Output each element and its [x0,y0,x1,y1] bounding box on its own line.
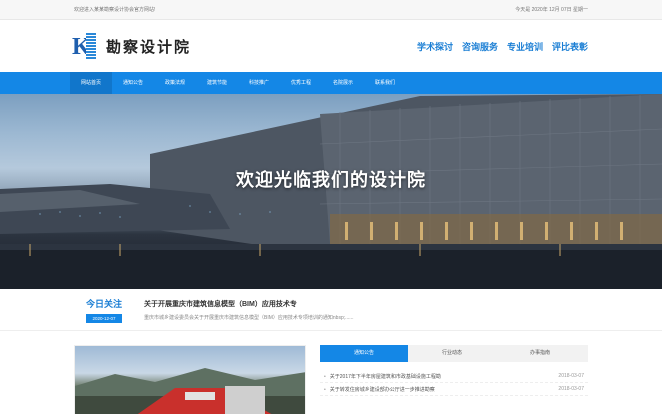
header: K 勘察设计院 学术探讨 咨询服务 专业培训 评比表彰 [0,20,662,72]
header-link-academic[interactable]: 学术探讨 [417,40,453,53]
news-list: • 关于2017年下半年房屋建筑和市政基础设施工程勘 2018-03-07 • 关于… [320,362,588,396]
welcome-text: 欢迎进入某某勘察设计协会官方网站! [74,7,156,13]
tab-service-guide[interactable]: 办事指南 [496,345,584,362]
nav-item-projects[interactable]: 优秀工程 [280,72,322,94]
news-photo[interactable] [74,345,306,414]
hero-banner: 欢迎光临我们的设计院 [0,94,662,289]
bullet-icon: • [324,386,326,393]
news-title: 关于2017年下半年房屋建筑和市政基础设施工程勘 [329,373,441,380]
tabs-panel: 通知公告 行业动态 办事指南 • 关于2017年下半年房屋建筑和市政基础设施工程勘… [320,345,588,414]
nav-item-notices[interactable]: 通知公告 [112,72,154,94]
header-link-awards[interactable]: 评比表彰 [552,40,588,53]
list-item[interactable]: • 关于2017年下半年房屋建筑和市政基础设施工程勘 2018-03-07 [320,370,588,383]
bullet-icon: • [324,373,326,380]
tab-notices[interactable]: 通知公告 [320,345,408,362]
tab-bar: 通知公告 行业动态 办事指南 [320,345,588,362]
today-focus-title[interactable]: 关于开展重庆市建筑信息模型（BIM）应用技术专 [144,299,588,309]
content-area: 通知公告 行业动态 办事指南 • 关于2017年下半年房屋建筑和市政基础设施工程勘… [0,331,662,414]
header-link-consulting[interactable]: 咨询服务 [462,40,498,53]
top-bar: 欢迎进入某某勘察设计协会官方网站! 今天是 2020年 12月 07日 星期一 [0,0,662,20]
news-photo-image [75,368,305,414]
today-focus-summary[interactable]: 重庆市城乡建设委员会关于开展重庆市建筑信息模型（BIM）应用技术专项培训的通知n… [144,314,588,321]
list-item[interactable]: • 关于转发住房城乡建设部办公厅进一步推进勘察 2018-03-07 [320,383,588,396]
today-focus: 今日关注 2020-12-07 关于开展重庆市建筑信息模型（BIM）应用技术专 … [0,289,662,331]
header-link-training[interactable]: 专业培训 [507,40,543,53]
main-nav: 网站首页 通知公告 政策法规 建筑节能 科技推广 优秀工程 名院展示 联系我们 [0,72,662,94]
nav-item-institutes[interactable]: 名院展示 [322,72,364,94]
today-focus-heading: 今日关注 [85,298,122,309]
logo[interactable]: K 勘察设计院 [72,31,191,61]
date-text: 今天是 2020年 12月 07日 星期一 [515,7,588,13]
news-date: 2018-03-07 [558,373,584,379]
tab-industry-news[interactable]: 行业动态 [408,345,496,362]
hero-title: 欢迎光临我们的设计院 [236,170,426,190]
logo-mark-icon: K [72,31,102,61]
nav-item-energy[interactable]: 建筑节能 [196,72,238,94]
news-date: 2018-03-07 [558,386,584,392]
today-focus-date: 2020-12-07 [86,313,122,323]
nav-item-contact[interactable]: 联系我们 [364,72,406,94]
header-links: 学术探讨 咨询服务 专业培训 评比表彰 [417,40,588,53]
news-title: 关于转发住房城乡建设部办公厅进一步推进勘察 [329,386,435,393]
nav-item-policies[interactable]: 政策法规 [154,72,196,94]
logo-text: 勘察设计院 [106,37,192,56]
nav-item-tech[interactable]: 科技推广 [238,72,280,94]
nav-item-home[interactable]: 网站首页 [70,72,112,94]
